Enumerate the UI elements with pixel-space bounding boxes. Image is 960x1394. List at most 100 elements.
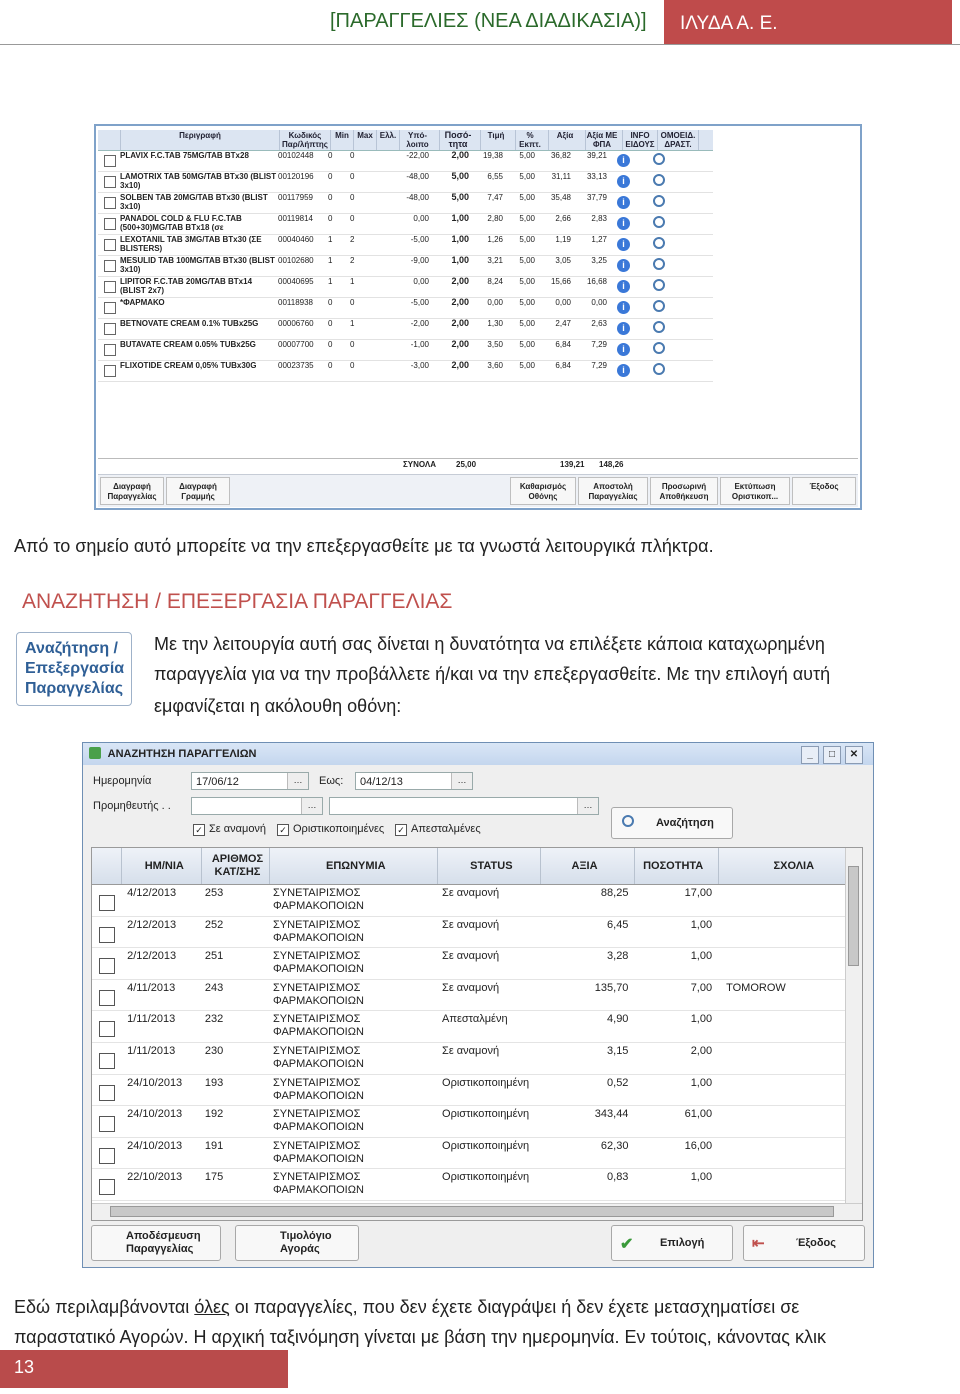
row-checkbox[interactable] (104, 281, 116, 293)
magnifier-icon[interactable] (653, 363, 665, 375)
table-row[interactable]: 4/11/2013 243 ΣΥΝΕΤΑΙΡΙΣΜΟΣ ΦΑΡΜΑΚΟΠΟΙΩΝ Σε … (92, 980, 862, 1012)
row-checkbox[interactable] (104, 302, 116, 314)
table-row[interactable]: 24/10/2013 193 ΣΥΝΕΤΑΙΡΙΣΜΟΣ ΦΑΡΜΑΚΟΠΟΙΩΝ Ορ… (92, 1075, 862, 1107)
row-checkbox[interactable] (99, 989, 115, 1006)
table-row[interactable]: PANADOL COLD & FLU F.C.TAB (500+30)MG/TA… (98, 214, 713, 235)
release-order-button[interactable]: Αποδέσμευση Παραγγελίας (91, 1225, 221, 1261)
column-header[interactable]: Τιμή (481, 130, 516, 150)
delete-line-button[interactable]: Διαγραφή Γραμμής (166, 477, 230, 505)
temp-save-button[interactable]: Προσωρινή Αποθήκευση (650, 477, 718, 505)
table-row[interactable]: 2/12/2013 251 ΣΥΝΕΤΑΙΡΙΣΜΟΣ ΦΑΡΜΑΚΟΠΟΙΩΝ Σε … (92, 948, 862, 980)
row-checkbox[interactable] (99, 1116, 115, 1133)
vertical-scrollbar[interactable] (845, 848, 862, 1204)
sent-checkbox[interactable]: ✓ Απεσταλμένες (395, 823, 481, 836)
column-header[interactable]: Max (354, 130, 377, 150)
finalized-checkbox[interactable]: ✓ Οριστικοποιημένες (277, 823, 384, 836)
row-checkbox[interactable] (99, 1052, 115, 1069)
date-from-picker-button[interactable]: … (287, 773, 308, 789)
supplier-code-field[interactable]: … (191, 797, 323, 815)
column-header[interactable]: Αξία ΜΕ ΦΠΑ (586, 130, 623, 150)
info-icon[interactable]: i (617, 154, 630, 167)
row-checkbox[interactable] (104, 218, 116, 230)
print-final-button[interactable]: Εκτύπωση Οριστικοπ... (720, 477, 790, 505)
supplier-name-field[interactable]: … (329, 797, 599, 815)
column-header[interactable]: Αξία (549, 130, 586, 150)
pending-checkbox[interactable]: ✓ Σε αναμονή (193, 823, 266, 836)
table-row[interactable]: 4/12/2013 253 ΣΥΝΕΤΑΙΡΙΣΜΟΣ ΦΑΡΜΑΚΟΠΟΙΩΝ Σε … (92, 885, 862, 917)
column-header[interactable]: ΕΠΩΝΥΜΙΑ (270, 848, 439, 884)
table-row[interactable]: 1/11/2013 230 ΣΥΝΕΤΑΙΡΙΣΜΟΣ ΦΑΡΜΑΚΟΠΟΙΩΝ Σε … (92, 1043, 862, 1075)
table-row[interactable]: SOLBEN TAB 20MG/TAB BTx30 (BLIST 3x10) 00… (98, 193, 713, 214)
row-checkbox[interactable] (104, 323, 116, 335)
column-header[interactable]: ΟΜΟΕΙΔ. ΔΡΑΣΤ. (658, 130, 699, 150)
column-header[interactable]: % Εκπτ. (516, 130, 549, 150)
column-header[interactable]: INFO ΕΙΔΟΥΣ (623, 130, 658, 150)
row-checkbox[interactable] (104, 197, 116, 209)
row-checkbox[interactable] (104, 365, 116, 377)
column-header[interactable]: ΠΟΣΟΤΗΤΑ (635, 848, 719, 884)
row-checkbox[interactable] (104, 344, 116, 356)
clear-screen-button[interactable]: Καθαρισμός Οθόνης (510, 477, 576, 505)
magnifier-icon[interactable] (653, 279, 665, 291)
row-checkbox[interactable] (104, 260, 116, 272)
table-row[interactable]: PLAVIX F.C.TAB 75MG/TAB BTx28 00102448 0 0 -… (98, 151, 713, 172)
delete-order-button[interactable]: Διαγραφή Παραγγελίας (100, 477, 164, 505)
magnifier-icon[interactable] (653, 153, 665, 165)
info-icon[interactable]: i (617, 175, 630, 188)
info-icon[interactable]: i (617, 196, 630, 209)
row-checkbox[interactable] (104, 176, 116, 188)
info-icon[interactable]: i (617, 217, 630, 230)
select-button[interactable]: ✔ Επιλογή (611, 1225, 733, 1261)
row-checkbox[interactable] (99, 1084, 115, 1101)
row-checkbox[interactable] (99, 1147, 115, 1164)
table-row[interactable]: *ΦΑΡΜΑΚΟ 00118938 0 0 -5,00 2,00 0,00 5,00 0,00 0… (98, 298, 713, 319)
table-row[interactable]: 22/10/2013 175 ΣΥΝΕΤΑΙΡΙΣΜΟΣ ΦΑΡΜΑΚΟΠΟΙΩΝ Ορ… (92, 1169, 862, 1201)
table-row[interactable]: 24/10/2013 191 ΣΥΝΕΤΑΙΡΙΣΜΟΣ ΦΑΡΜΑΚΟΠΟΙΩΝ Ορ… (92, 1138, 862, 1170)
magnifier-icon[interactable] (653, 300, 665, 312)
column-header[interactable]: Κωδικός Παρ/λήπτης (280, 130, 331, 150)
table-row[interactable]: MESULID TAB 100MG/TAB BTx30 (BLIST 3x10)… (98, 256, 713, 277)
table-row[interactable]: 2/12/2013 252 ΣΥΝΕΤΑΙΡΙΣΜΟΣ ΦΑΡΜΑΚΟΠΟΙΩΝ Σε … (92, 917, 862, 949)
info-icon[interactable]: i (617, 238, 630, 251)
minimize-icon[interactable]: _ (801, 746, 819, 764)
info-icon[interactable]: i (617, 322, 630, 335)
horizontal-scrollbar[interactable] (92, 1203, 862, 1220)
magnifier-icon[interactable] (653, 174, 665, 186)
row-checkbox[interactable] (99, 958, 115, 975)
table-row[interactable]: BUTAVATE CREAM 0.05% TUBx25G 00007700 0 0 -1… (98, 340, 713, 361)
magnifier-icon[interactable] (653, 195, 665, 207)
magnifier-icon[interactable] (653, 321, 665, 333)
exit-dialog-button[interactable]: ⇤ Έξοδος (743, 1225, 865, 1261)
date-to-field[interactable]: 04/12/13 … (355, 772, 473, 790)
search-button[interactable]: Αναζήτηση (611, 807, 733, 839)
magnifier-icon[interactable] (653, 258, 665, 270)
column-header[interactable]: Υπό- λοιπο (400, 130, 440, 150)
row-checkbox[interactable] (104, 155, 116, 167)
table-row[interactable]: 1/11/2013 232 ΣΥΝΕΤΑΙΡΙΣΜΟΣ ΦΑΡΜΑΚΟΠΟΙΩΝ Απε… (92, 1011, 862, 1043)
magnifier-icon[interactable] (653, 237, 665, 249)
info-icon[interactable]: i (617, 364, 630, 377)
column-header[interactable]: ΣΧΟΛΙΑ (719, 848, 862, 884)
maximize-icon[interactable]: □ (823, 746, 841, 764)
column-header[interactable]: ΑΞΙΑ (541, 848, 635, 884)
info-icon[interactable]: i (617, 259, 630, 272)
row-checkbox[interactable] (99, 926, 115, 943)
row-checkbox[interactable] (99, 1179, 115, 1196)
vertical-scroll-thumb[interactable] (848, 866, 859, 966)
info-icon[interactable]: i (617, 343, 630, 356)
info-icon[interactable]: i (617, 280, 630, 293)
column-header[interactable]: ΑΡΙΘΜΟΣ ΚΑΤ/ΣΗΣ (202, 848, 271, 884)
supplier-code-lookup-button[interactable]: … (301, 798, 322, 814)
table-row[interactable]: LAMOTRIX TAB 50MG/TAB BTx30 (BLIST 3x10)… (98, 172, 713, 193)
column-header[interactable]: STATUS (438, 848, 542, 884)
info-icon[interactable]: i (617, 301, 630, 314)
table-row[interactable]: BETNOVATE CREAM 0.1% TUBx25G 00006760 0 1 -2… (98, 319, 713, 340)
purchase-invoice-button[interactable]: Τιμολόγιο Αγοράς (235, 1225, 359, 1261)
supplier-name-lookup-button[interactable]: … (577, 798, 598, 814)
row-checkbox[interactable] (99, 1021, 115, 1038)
exit-button[interactable]: Έξοδος (792, 477, 856, 505)
date-to-picker-button[interactable]: … (451, 773, 472, 789)
close-icon[interactable]: ✕ (845, 746, 863, 764)
column-header[interactable]: ΗΜ/ΝΙΑ (122, 848, 202, 884)
magnifier-icon[interactable] (653, 342, 665, 354)
